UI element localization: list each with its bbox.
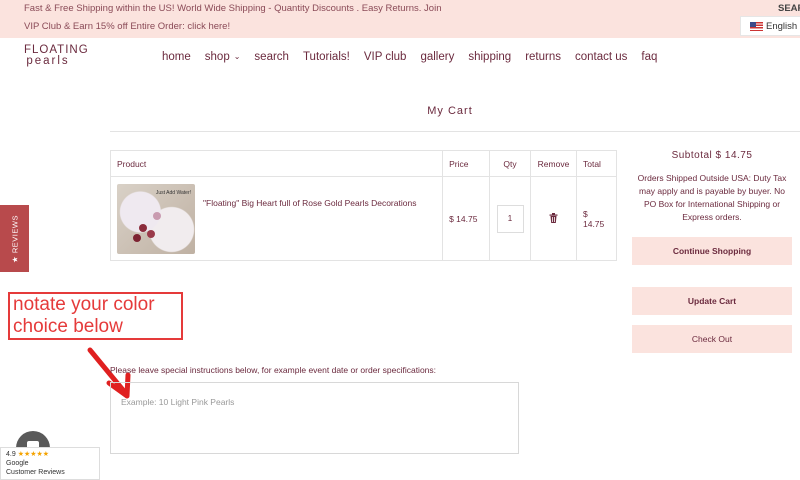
google-rating: 4.9 (6, 451, 16, 458)
google-reviews-badge[interactable]: 4.9 ★★★★★ Google Customer Reviews (0, 447, 100, 480)
google-rating-row: 4.9 ★★★★★ (6, 450, 94, 459)
instructions-label: Please leave special instructions below,… (110, 365, 437, 375)
google-badge-line-1: Google (6, 460, 29, 467)
special-instructions-textarea[interactable]: Example: 10 Light Pink Pearls (110, 382, 519, 454)
google-badge-line-2: Customer Reviews (6, 469, 65, 476)
star-icons: ★★★★★ (17, 451, 50, 458)
